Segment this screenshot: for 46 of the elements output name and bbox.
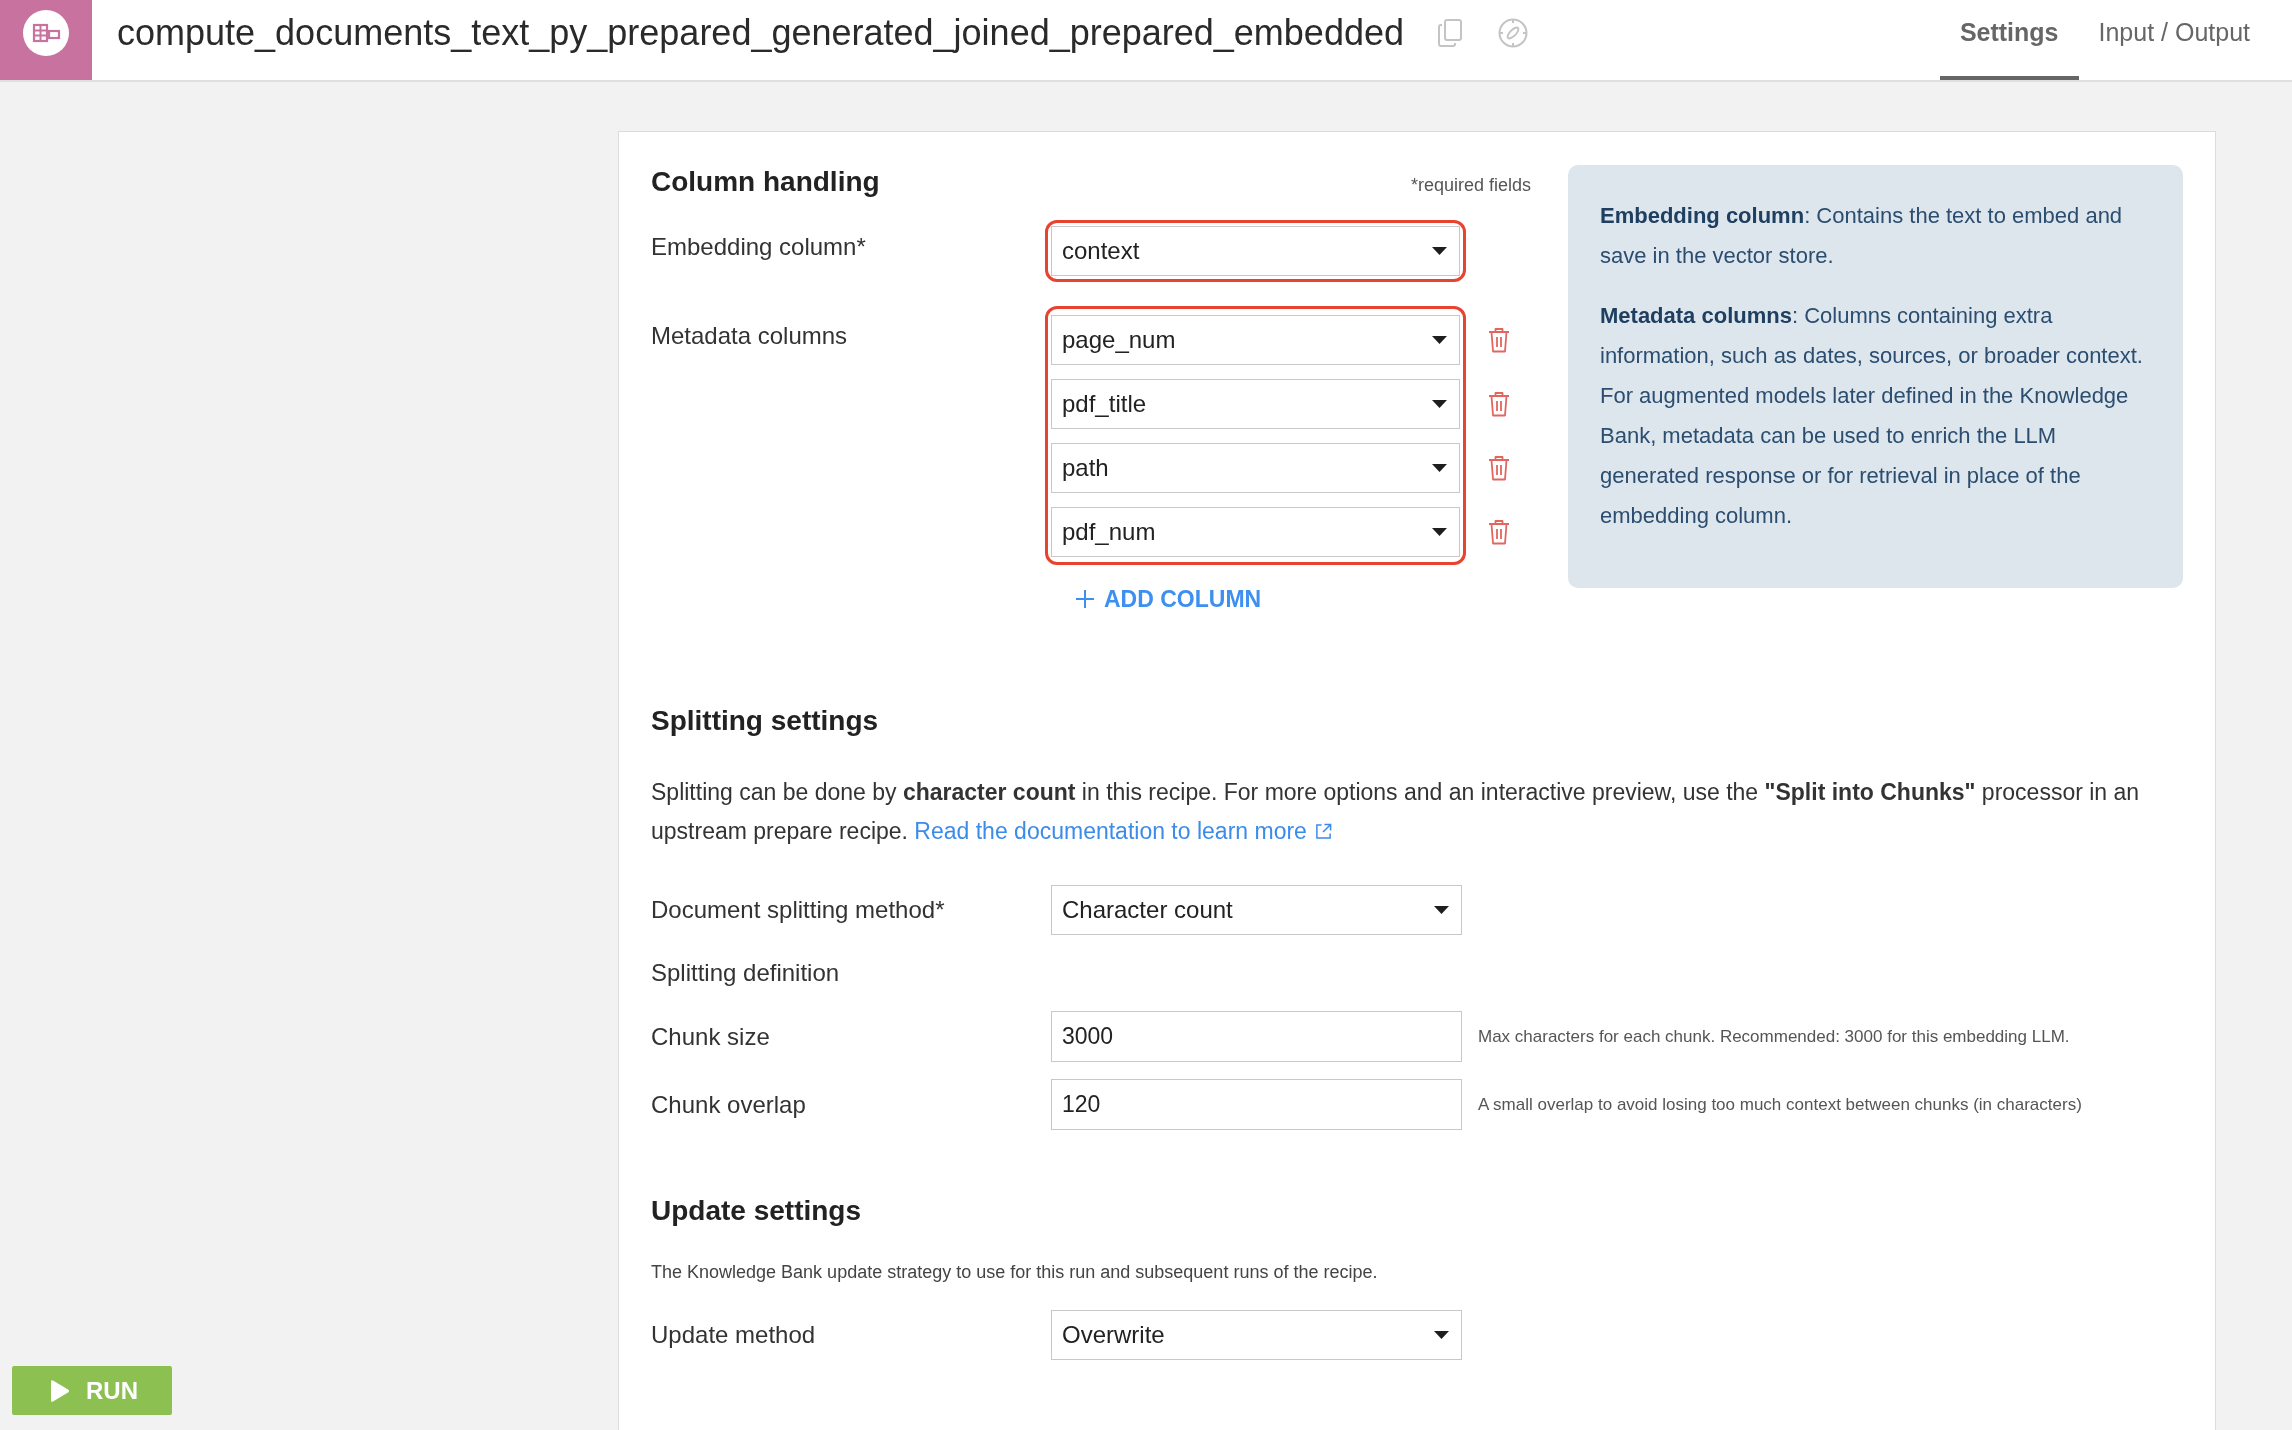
field-label: Embedding column* [651, 232, 867, 262]
section-heading: Splitting settings [651, 704, 880, 738]
play-icon [48, 1378, 70, 1403]
select-field[interactable]: context [1051, 226, 1460, 276]
caret-icon [1434, 1331, 1449, 1339]
trash-icon[interactable] [1488, 391, 1510, 417]
grid-icon[interactable] [0, 0, 92, 80]
select-field[interactable]: page_num [1051, 315, 1460, 365]
caret-icon [1432, 528, 1447, 536]
trash-icon[interactable] [1488, 455, 1510, 481]
section-heading: Update settings [651, 1194, 863, 1228]
required-note: *required fields [1410, 175, 1531, 196]
select-field[interactable]: Character count [1051, 885, 1462, 935]
copy-icon[interactable] [1437, 19, 1462, 47]
compass-icon[interactable] [1497, 18, 1528, 48]
select-field[interactable]: pdf_title [1051, 379, 1460, 429]
help-text: Embedding column: Contains the text to embed and save in the vector store. [1600, 202, 2124, 270]
external-link-icon [1314, 823, 1332, 840]
select-field[interactable]: Overwrite [1051, 1310, 1462, 1360]
field-label: Metadata columns [651, 321, 849, 351]
caret-icon [1434, 906, 1449, 914]
field-label: Update method [651, 1320, 817, 1350]
trash-icon[interactable] [1488, 327, 1510, 353]
tab[interactable]: Input / Output [2078, 0, 2270, 80]
trash-icon[interactable] [1488, 519, 1510, 545]
hint-text: A small overlap to avoid losing too much context between chunks (in characters) [1478, 1094, 2082, 1115]
input-field[interactable]: 120 [1051, 1079, 1462, 1130]
caret-icon [1432, 336, 1447, 344]
description-text: The Knowledge Bank update strategy to use for this run and subsequent runs of the recipe. [651, 1261, 1379, 1284]
plus-icon [1076, 590, 1094, 608]
caret-icon [1432, 400, 1447, 408]
help-text: Metadata columns: Columns containing extra information, such as dates, sources, or broader context. For augmented models later defined in the Knowledge Bank, metadata can be used to enrich the LLM generated response or for retrieval in place of the embedding column. [1600, 302, 2144, 530]
tab[interactable]: Settings [1939, 0, 2079, 80]
caret-icon [1432, 247, 1447, 255]
field-label: Chunk size [651, 1021, 771, 1052]
input-field[interactable]: 3000 [1051, 1011, 1462, 1062]
description-text: Splitting can be done by character count in this recipe. For more options and an interactive preview, use the "Split into Chunks" processor in an upstream prepare recipe. Read the documentation to learn more [651, 778, 2141, 846]
field-label: Chunk overlap [651, 1089, 807, 1120]
section-heading: Column handling [651, 165, 880, 199]
caret-icon [1432, 464, 1447, 472]
field-label: Document splitting method* [651, 895, 946, 925]
hint-text: Max characters for each chunk. Recommended: 3000 for this embedding LLM. [1478, 1026, 2070, 1047]
select-field[interactable]: pdf_num [1051, 507, 1460, 557]
subsection-label: Splitting definition [651, 958, 841, 988]
recipe-title: compute_documents_text_py_prepared_generated_joined_prepared_embedded [117, 12, 1404, 54]
select-field[interactable]: path [1051, 443, 1460, 493]
